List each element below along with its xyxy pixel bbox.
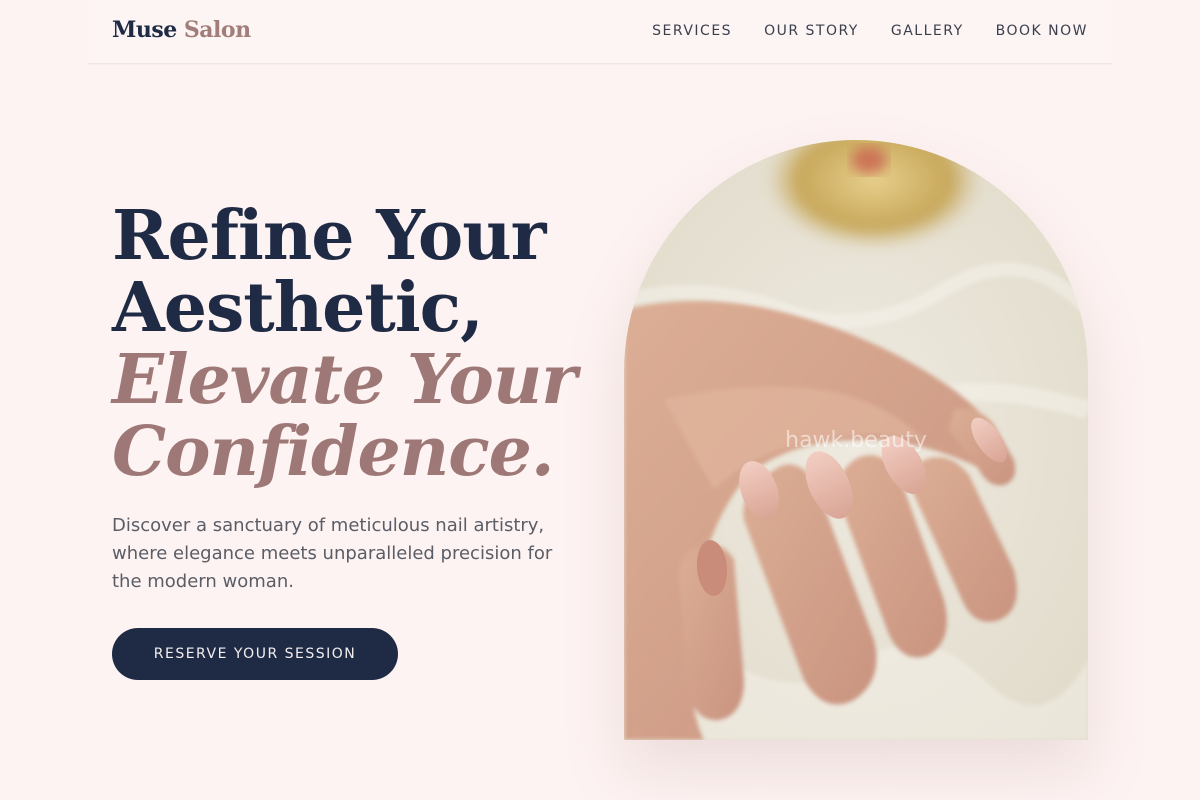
hero-title-line-1: Refine Your [112,196,547,276]
image-watermark: hawk.beauty [785,428,927,453]
hero-image-arch: hawk.beauty [624,140,1088,740]
hero-title: Refine Your Aesthetic, Elevate Your Conf… [112,200,632,488]
brand-logo[interactable]: Muse Salon [112,17,251,43]
brand-name-primary: Muse [112,17,177,43]
hero-title-line-4: Confidence. [112,412,555,492]
nav-links: SERVICES OUR STORY GALLERY BOOK NOW [652,23,1088,39]
nav-link-gallery[interactable]: GALLERY [891,23,964,39]
top-navigation-bar: Muse Salon SERVICES OUR STORY GALLERY BO… [88,0,1112,64]
hero-description: Discover a sanctuary of meticulous nail … [112,515,553,592]
hero-title-line-2: Aesthetic, [112,268,484,348]
nav-link-book-now[interactable]: BOOK NOW [996,23,1088,39]
brand-name-accent: Salon [183,17,251,43]
nav-link-our-story[interactable]: OUR STORY [764,23,859,39]
hero-title-line-3: Elevate Your [112,340,577,420]
nav-link-services[interactable]: SERVICES [652,23,732,39]
reserve-session-button[interactable]: RESERVE YOUR SESSION [112,628,398,680]
